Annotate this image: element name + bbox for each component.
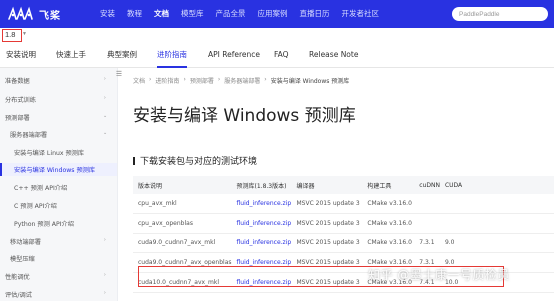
nav-item-products[interactable]: 产品全景 — [210, 0, 252, 28]
sidebar-item-eval-debug[interactable]: 评估/调试 — [5, 290, 32, 299]
build-tool-cell: CMake v3.16.0 — [362, 194, 415, 214]
table-row: cuda9.0_cudnn7_avx_mkl fluid_inference.z… — [133, 233, 554, 253]
tab-quick-start[interactable]: 快速上手 — [56, 44, 86, 68]
sidebar-item-mobile-deploy[interactable]: 移动端部署 — [10, 237, 41, 246]
breadcrumb-item[interactable]: 进阶指南 — [155, 76, 179, 85]
tab-install-guide[interactable]: 安装说明 — [6, 44, 36, 68]
chevron-down-icon: ⌄ — [103, 113, 108, 119]
chevron-right-icon: › — [104, 290, 106, 296]
compiler-cell: MSVC 2015 update 3 — [291, 194, 363, 214]
chevron-right-icon: › — [104, 237, 106, 243]
breadcrumb-item[interactable]: 服务器端部署 — [224, 76, 260, 85]
sidebar-item-prepare-data[interactable]: 准备数据 — [5, 76, 30, 85]
cuda-cell — [439, 213, 554, 234]
version-cell: cuda10.0_cudnn7_avx_mkl — [133, 272, 232, 293]
cudnn-cell — [414, 213, 440, 234]
section-bar — [133, 156, 135, 165]
breadcrumb-item[interactable]: 文档 — [133, 76, 145, 85]
doc-tabs: 安装说明 快速上手 典型案例 进阶指南 API Reference FAQ Re… — [0, 44, 554, 68]
build-tool-cell: CMake v3.16.0 — [362, 213, 415, 234]
sidebar-item-server-deploy[interactable]: 服务器端部署 — [10, 130, 47, 139]
download-link[interactable]: fluid_inference.zip — [231, 213, 292, 234]
sidebar-item-windows-lib[interactable]: 安装与编译 Windows 预测库 — [14, 165, 95, 174]
main-nav: 安装 教程 文档 模型库 产品全景 应用案例 直播日历 开发者社区 — [94, 0, 385, 28]
download-link[interactable]: fluid_inference.zip — [231, 194, 292, 214]
watermark: 知乎 @墨士康一号质检员 — [368, 268, 510, 282]
download-link[interactable]: fluid_inference.zip — [231, 252, 292, 273]
sidebar-item-c-api[interactable]: C 预测 API介绍 — [14, 201, 57, 210]
version-cell: cpu_avx_openblas — [133, 213, 232, 234]
search-input[interactable] — [452, 7, 548, 21]
compiler-cell: MSVC 2015 update 3 — [291, 252, 363, 273]
table-row: cpu_avx_openblas fluid_inference.zip MSV… — [133, 213, 554, 234]
column-header: 预测库(1.8.3版本) — [231, 176, 292, 194]
cuda-cell: 9.0 — [439, 233, 554, 253]
nav-item-models[interactable]: 模型库 — [175, 0, 210, 28]
paddle-logo[interactable]: 飞桨 — [6, 0, 84, 28]
table-row: cpu_avx_mkl fluid_inference.zip MSVC 201… — [133, 194, 554, 214]
sidebar: 准备数据 › 分布式训练 › 预测部署 ⌄ 服务器端部署 ⌄ 安装与编译 Lin… — [0, 68, 118, 301]
menu-collapse-icon[interactable]: ☰ — [115, 71, 123, 79]
column-header: cuDNN — [414, 176, 440, 194]
tab-api-reference[interactable]: API Reference — [208, 44, 260, 68]
sidebar-active-indicator — [0, 163, 2, 176]
column-header: 版本说明 — [133, 176, 232, 194]
breadcrumb: 文档 › 进阶指南 › 预测部署 › 服务器端部署 › 安装与编译 Windows 预测… — [133, 76, 350, 85]
section-title-text: 下载安装包与对应的测试环境 — [140, 157, 258, 167]
sidebar-item-python-api[interactable]: Python 预测 API介绍 — [14, 219, 74, 228]
chevron-right-icon: › — [104, 76, 106, 82]
chevron-right-icon: › — [104, 95, 106, 101]
build-tool-cell: CMake v3.16.0 — [362, 233, 415, 253]
sidebar-item-cpp-api[interactable]: C++ 预测 API介绍 — [14, 183, 67, 192]
chevron-down-icon[interactable]: ▼ — [22, 31, 27, 37]
cuda-cell — [439, 194, 554, 214]
nav-item-cases[interactable]: 应用案例 — [252, 0, 294, 28]
nav-item-install[interactable]: 安装 — [94, 0, 121, 28]
download-link[interactable]: fluid_inference.zip — [231, 272, 292, 293]
cudnn-cell — [414, 194, 440, 214]
nav-item-community[interactable]: 开发者社区 — [336, 0, 386, 28]
sidebar-item-perf-tuning[interactable]: 性能调优 — [5, 272, 30, 281]
chevron-down-icon: ⌄ — [103, 130, 108, 136]
compiler-cell: MSVC 2015 update 3 — [291, 272, 363, 293]
breadcrumb-current: 安装与编译 Windows 预测库 — [270, 78, 350, 85]
cudnn-cell: 7.3.1 — [414, 233, 440, 253]
column-header: 编译器 — [291, 176, 363, 194]
column-header: 构建工具 — [362, 176, 415, 194]
sidebar-item-model-compress[interactable]: 模型压缩 — [10, 254, 35, 263]
nav-item-tutorial[interactable]: 教程 — [121, 0, 148, 28]
tab-advanced-guide[interactable]: 进阶指南 — [157, 44, 187, 68]
download-link[interactable]: fluid_inference.zip — [231, 233, 292, 253]
sidebar-item-linux-lib[interactable]: 安装与编译 Linux 预测库 — [14, 148, 84, 157]
version-row: 1.8 ▼ — [0, 28, 554, 44]
nav-item-docs[interactable]: 文档 — [148, 0, 175, 28]
section-heading: 下载安装包与对应的测试环境 — [133, 154, 257, 167]
sidebar-item-deploy[interactable]: 预测部署 — [5, 113, 30, 122]
compiler-cell: MSVC 2015 update 3 — [291, 233, 363, 253]
table-header-row: 版本说明 预测库(1.8.3版本) 编译器 构建工具 cuDNN CUDA — [133, 176, 554, 194]
sidebar-item-distributed[interactable]: 分布式训练 — [5, 95, 36, 104]
compiler-cell: MSVC 2015 update 3 — [291, 213, 363, 234]
version-cell: cuda9.0_cudnn7_avx_openblas — [133, 252, 232, 273]
tab-release-note[interactable]: Release Note — [309, 44, 358, 68]
chevron-right-icon: › — [104, 272, 106, 278]
nav-item-live[interactable]: 直播日历 — [294, 0, 336, 28]
page-title: 安装与编译 Windows 预测库 — [133, 106, 356, 126]
brand-name: 飞桨 — [39, 10, 61, 22]
version-cell: cuda9.0_cudnn7_avx_mkl — [133, 233, 232, 253]
version-cell: cpu_avx_mkl — [133, 194, 232, 214]
breadcrumb-item[interactable]: 预测部署 — [190, 76, 214, 85]
paddle-logo-icon — [8, 6, 33, 20]
version-selector[interactable]: 1.8 — [2, 29, 22, 42]
tab-faq[interactable]: FAQ — [274, 44, 289, 68]
top-nav-bar: 飞桨 安装 教程 文档 模型库 产品全景 应用案例 直播日历 开发者社区 — [0, 0, 554, 28]
tab-examples[interactable]: 典型案例 — [107, 44, 137, 68]
column-header: CUDA — [439, 176, 554, 194]
